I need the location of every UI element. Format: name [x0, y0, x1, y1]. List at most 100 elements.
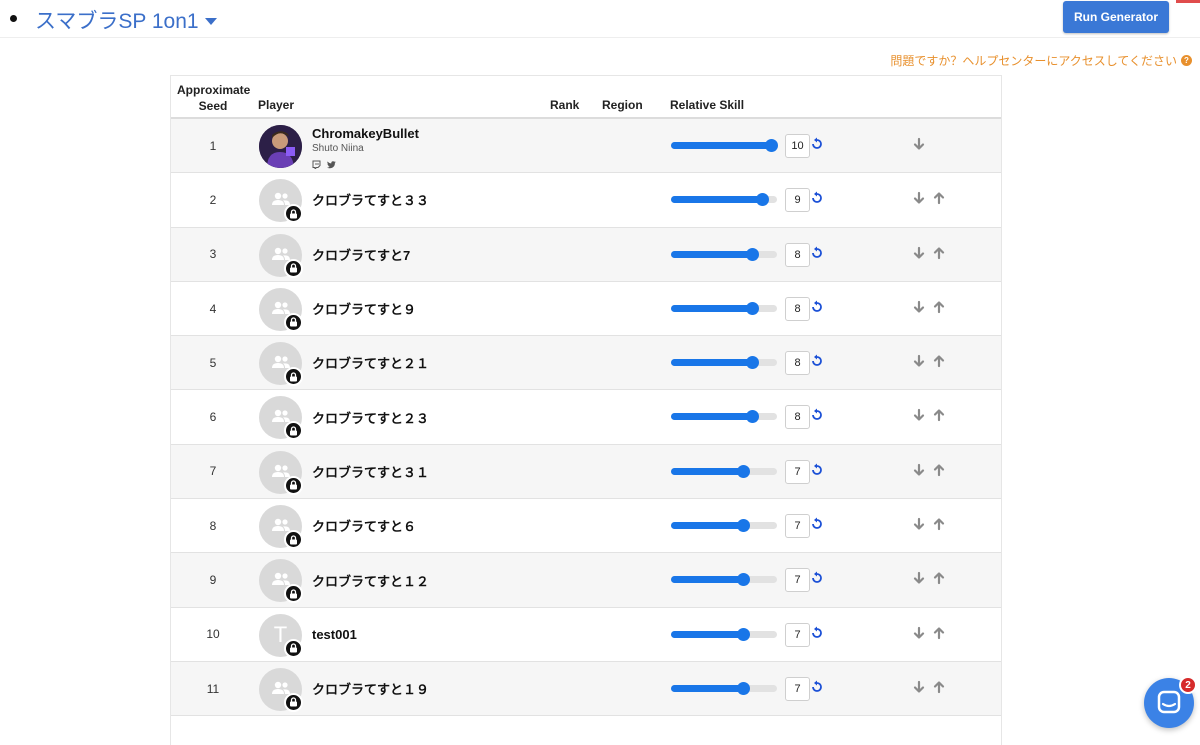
table-row: 8 クロブラてすと６ 7: [171, 499, 1001, 554]
move-up-arrow-icon[interactable]: [932, 408, 946, 422]
reset-skill-icon[interactable]: [811, 571, 823, 585]
relative-skill-input[interactable]: 8: [785, 405, 810, 430]
relative-skill-input[interactable]: 8: [785, 242, 810, 267]
twitter-icon[interactable]: [327, 156, 336, 174]
player-name[interactable]: クロブラてすと３３: [312, 173, 429, 226]
move-down-arrow-icon[interactable]: [912, 354, 926, 368]
reset-skill-icon[interactable]: [811, 517, 823, 531]
move-down-arrow-icon[interactable]: [912, 191, 926, 205]
slider-handle[interactable]: [746, 301, 760, 315]
table-row: 9 クロブラてすと１２ 7: [171, 553, 1001, 608]
move-up-arrow-icon[interactable]: [932, 626, 946, 640]
player-name[interactable]: クロブラてすと１９: [312, 662, 429, 715]
player-name[interactable]: クロブラてすと１２: [312, 553, 429, 606]
lock-icon: [284, 530, 303, 550]
relative-skill-slider[interactable]: [671, 139, 778, 152]
slider-fill: [671, 359, 753, 367]
twitch-icon[interactable]: [312, 156, 321, 174]
relative-skill-input[interactable]: 10: [785, 134, 810, 158]
relative-skill-slider[interactable]: [671, 573, 777, 587]
move-down-arrow-icon[interactable]: [912, 300, 926, 314]
move-down-arrow-icon[interactable]: [912, 463, 926, 477]
relative-skill-slider[interactable]: [671, 681, 777, 695]
relative-skill-slider[interactable]: [671, 627, 777, 641]
reset-skill-icon[interactable]: [811, 680, 823, 694]
relative-skill-slider[interactable]: [671, 356, 777, 370]
slider-handle[interactable]: [736, 627, 750, 641]
relative-skill-input[interactable]: 7: [785, 514, 810, 539]
move-up-arrow-icon[interactable]: [932, 517, 946, 531]
player-name[interactable]: クロブラてすと7: [312, 228, 410, 281]
table-row: 2 クロブラてすと３３ 9: [171, 173, 1001, 228]
chat-notification-badge: 2: [1179, 676, 1197, 694]
relative-skill-input[interactable]: 7: [785, 676, 810, 701]
relative-skill-input[interactable]: 7: [785, 622, 810, 647]
slider-handle[interactable]: [736, 681, 750, 695]
player-name[interactable]: クロブラてすと９: [312, 282, 416, 335]
reset-skill-icon[interactable]: [811, 463, 823, 477]
slider-handle[interactable]: [746, 410, 760, 424]
move-up-arrow-icon[interactable]: [932, 463, 946, 477]
relative-skill-input[interactable]: 9: [785, 188, 810, 213]
reset-skill-icon[interactable]: [811, 191, 823, 205]
move-down-arrow-icon[interactable]: [912, 680, 926, 694]
reset-skill-icon[interactable]: [811, 300, 823, 314]
relative-skill-input[interactable]: 7: [785, 459, 810, 484]
relative-skill-slider[interactable]: [671, 247, 777, 261]
move-up-arrow-icon[interactable]: [932, 191, 946, 205]
move-down-arrow-icon[interactable]: [912, 571, 926, 585]
move-up-arrow-icon[interactable]: [932, 354, 946, 368]
lock-icon: [284, 692, 303, 712]
table-row: 7 クロブラてすと３１ 7: [171, 444, 1001, 500]
move-down-arrow-icon[interactable]: [912, 137, 926, 151]
player-name[interactable]: クロブラてすと３１: [312, 445, 429, 498]
slider-handle[interactable]: [736, 519, 750, 533]
reset-skill-icon[interactable]: [811, 246, 823, 260]
player-name[interactable]: ChromakeyBullet: [312, 126, 419, 141]
lock-icon: [284, 312, 303, 332]
player-name[interactable]: クロブラてすと２１: [312, 336, 429, 389]
move-up-arrow-icon[interactable]: [932, 300, 946, 314]
column-header-relative-skill: Relative Skill: [670, 98, 745, 112]
event-selector[interactable]: スマブラSP 1on1: [35, 5, 217, 35]
slider-handle[interactable]: [746, 356, 760, 370]
lock-icon: [284, 475, 303, 495]
help-center-link[interactable]: 問題ですか？ヘルプセンターにアクセスしてください ?: [890, 52, 1192, 69]
move-up-arrow-icon[interactable]: [932, 571, 946, 585]
lock-icon: [284, 367, 303, 387]
help-text: 問題ですか？ヘルプセンターにアクセスしてください: [890, 54, 1177, 68]
move-down-arrow-icon[interactable]: [912, 626, 926, 640]
slider-handle[interactable]: [736, 573, 750, 587]
slider-handle[interactable]: [736, 464, 750, 478]
caret-down-icon: [204, 18, 217, 25]
slider-handle[interactable]: [746, 247, 760, 261]
relative-skill-slider[interactable]: [671, 464, 777, 478]
reset-skill-icon[interactable]: [811, 137, 823, 151]
relative-skill-slider[interactable]: [671, 410, 777, 424]
move-up-arrow-icon[interactable]: [932, 680, 946, 694]
reset-skill-icon[interactable]: [811, 408, 823, 422]
relative-skill-slider[interactable]: [671, 519, 777, 533]
run-generator-button[interactable]: Run Generator: [1063, 1, 1169, 33]
player-name[interactable]: クロブラてすと６: [312, 499, 416, 552]
reset-skill-icon[interactable]: [811, 626, 823, 640]
move-down-arrow-icon[interactable]: [912, 246, 926, 260]
reset-skill-icon[interactable]: [811, 354, 823, 368]
move-down-arrow-icon[interactable]: [912, 408, 926, 422]
table-body: 1 ChromakeyBullet Shuto Niina 10 2 クロブラてすと３３ 9…: [171, 119, 1001, 717]
move-up-arrow-icon[interactable]: [932, 246, 946, 260]
move-down-arrow-icon[interactable]: [912, 517, 926, 531]
seeding-table: Approximate Seed Player Rank Region Rela…: [170, 75, 1002, 745]
relative-skill-slider[interactable]: [671, 301, 777, 315]
column-header-player: Player: [258, 98, 295, 112]
relative-skill-input[interactable]: 8: [785, 296, 810, 321]
column-header-rank: Rank: [550, 98, 580, 112]
relative-skill-input[interactable]: 8: [785, 351, 810, 376]
relative-skill-input[interactable]: 7: [785, 568, 810, 593]
slider-handle[interactable]: [765, 139, 778, 152]
slider-handle[interactable]: [755, 193, 769, 207]
relative-skill-slider[interactable]: [671, 193, 777, 207]
player-name[interactable]: クロブラてすと２３: [312, 390, 429, 443]
player-name[interactable]: test001: [312, 608, 357, 661]
seed-number: 5: [209, 355, 217, 370]
